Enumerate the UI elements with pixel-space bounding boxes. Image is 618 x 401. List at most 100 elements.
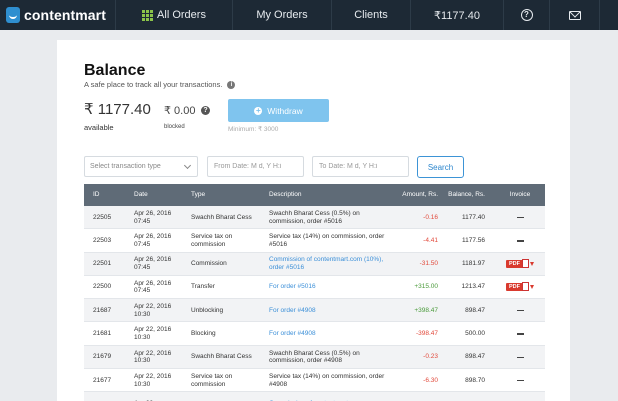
cell-invoice — [498, 323, 542, 346]
document-icon — [522, 259, 529, 269]
cell-amount: -398.47 — [415, 330, 438, 338]
cell-type — [191, 392, 259, 401]
cell-invoice — [498, 206, 542, 229]
cell-date: Apr 26, 2016 07:45 — [134, 256, 172, 272]
cell-description[interactable]: For order #4908 — [269, 299, 397, 322]
cell-invoice — [498, 392, 542, 401]
cell-amount: -0.23 — [423, 353, 438, 361]
contentmart-logo-icon — [6, 7, 20, 23]
cell-description[interactable]: For order #4908 — [269, 323, 397, 346]
cell-description[interactable]: Commission of contentmart.com (10%), ord… — [269, 253, 397, 276]
cell-balance: 1213.47 — [461, 283, 486, 291]
nav-messages[interactable] — [549, 0, 599, 30]
cell-date: Apr 22, 2016 10:30 — [134, 372, 172, 388]
cell-amount: -4.41 — [423, 236, 438, 244]
cell-balance: 898.47 — [465, 306, 485, 314]
header-balance: Balance, Rs. — [448, 191, 485, 199]
header-amount: Amount, Rs. — [402, 191, 438, 199]
cell-type: Commission — [191, 260, 227, 268]
from-date-input[interactable] — [207, 156, 304, 177]
brand-name: contentmart — [24, 7, 106, 23]
header-type: Type — [191, 191, 206, 199]
info-icon[interactable]: i — [227, 80, 236, 89]
cell-description: Service tax (14%) on commission, order #… — [269, 233, 385, 248]
cell-invoice — [498, 346, 542, 369]
blocked-help-icon[interactable]: ? — [201, 106, 210, 115]
cell-invoice[interactable]: PDF — [498, 276, 542, 299]
table-row: 22501 Apr 26, 2016 07:45 Commission Commiss… — [84, 252, 545, 276]
pdf-download-icon[interactable]: PDF — [506, 259, 534, 269]
withdraw-button[interactable]: + Withdraw — [228, 99, 329, 122]
available-label: available — [84, 123, 114, 132]
search-button[interactable]: Search — [417, 156, 464, 178]
nav-all-orders[interactable]: All Orders — [115, 0, 232, 30]
cell-amount: -31.50 — [419, 260, 438, 268]
nav-balance-label: ₹1177.40 — [434, 9, 480, 22]
cell-type: Transfer — [191, 283, 215, 291]
pdf-tag-icon: PDF — [506, 260, 523, 269]
cell-date: Apr 26, 2016 07:45 — [134, 209, 172, 225]
withdraw-label: Withdraw — [267, 105, 303, 116]
nav-more[interactable] — [599, 0, 618, 30]
cell-type: Service tax on commission — [191, 372, 233, 388]
header-invoice: Invoice — [509, 191, 531, 199]
plus-circle-icon: + — [254, 105, 263, 115]
table-row: 22500 Apr 26, 2016 07:45 Transfer For order… — [84, 276, 545, 300]
header-date: Date — [134, 191, 148, 199]
minimum-withdraw-note: Minimum: ₹ 3000 — [228, 126, 279, 133]
cell-id — [93, 392, 129, 401]
grid-icon — [142, 9, 154, 21]
page-title: Balance — [84, 62, 146, 79]
cell-date: Apr 26, 2016 07:45 — [134, 279, 172, 295]
cell-amount: -0.16 — [423, 213, 438, 221]
cell-date: Apr 22, 2016 10:30 — [134, 326, 172, 341]
nav-clients[interactable]: Clients — [331, 0, 410, 30]
cell-amount — [402, 392, 438, 401]
header-description: Description — [269, 191, 302, 199]
brand-logo[interactable]: contentmart — [6, 5, 106, 25]
nav-my-orders[interactable]: My Orders — [232, 0, 331, 30]
cell-id: 22505 — [93, 213, 112, 221]
nav-my-orders-label: My Orders — [256, 9, 308, 21]
blocked-label: blocked — [164, 124, 185, 130]
nav-balance[interactable]: ₹1177.40 — [410, 0, 503, 30]
cell-balance: 1177.56 — [461, 236, 485, 244]
table-row: 21679 Apr 22, 2016 10:30 Swachh Bharat Ces… — [84, 345, 545, 370]
cell-date: Apr 22, — [134, 392, 186, 401]
table-row: Apr 22, Commission of contentmart.com — [84, 392, 545, 401]
transaction-type-select[interactable]: Select transaction type — [84, 156, 198, 177]
cell-balance: 500.00 — [465, 330, 485, 338]
table-row: 21687 Apr 22, 2016 10:30 Unblocking For ord… — [84, 299, 545, 323]
cell-description[interactable]: For order #5016 — [269, 276, 397, 299]
cell-description: Service tax (14%) on commission, order #… — [269, 372, 385, 388]
pdf-tag-icon: PDF — [506, 283, 523, 292]
cell-invoice — [498, 369, 542, 392]
cell-type: Service tax on commission — [191, 233, 233, 248]
cell-id: 21679 — [93, 353, 112, 361]
cell-type: Swachh Bharat Cess — [191, 213, 252, 221]
cell-id: 22501 — [93, 260, 112, 268]
cell-type: Blocking — [191, 330, 216, 338]
cell-invoice[interactable]: PDF — [498, 253, 542, 276]
download-arrow-icon — [530, 262, 534, 267]
cell-invoice — [498, 229, 542, 252]
dash-icon — [516, 379, 524, 382]
blocked-amount: ₹ 0.00 — [164, 105, 196, 117]
cell-amount: +398.47 — [414, 306, 438, 314]
pdf-download-icon[interactable]: PDF — [506, 282, 534, 292]
dash-icon — [516, 333, 524, 335]
to-date-input[interactable] — [312, 156, 409, 177]
transaction-type-placeholder: Select transaction type — [90, 163, 161, 170]
cell-date: Apr 22, 2016 10:30 — [134, 349, 172, 365]
page-subtitle-text: A safe place to track all your transacti… — [84, 80, 223, 89]
cell-description[interactable]: Commission of contentmart.com — [269, 392, 397, 401]
cell-id: 22500 — [93, 283, 112, 291]
nav-all-orders-label: All Orders — [157, 9, 206, 21]
cell-balance — [448, 392, 485, 401]
help-icon: ? — [520, 9, 533, 21]
cell-invoice — [498, 299, 542, 322]
dash-icon — [516, 240, 524, 242]
page-subtitle: A safe place to track all your transacti… — [84, 80, 236, 89]
nav-help[interactable]: ? — [503, 0, 549, 30]
mail-icon — [568, 10, 581, 20]
